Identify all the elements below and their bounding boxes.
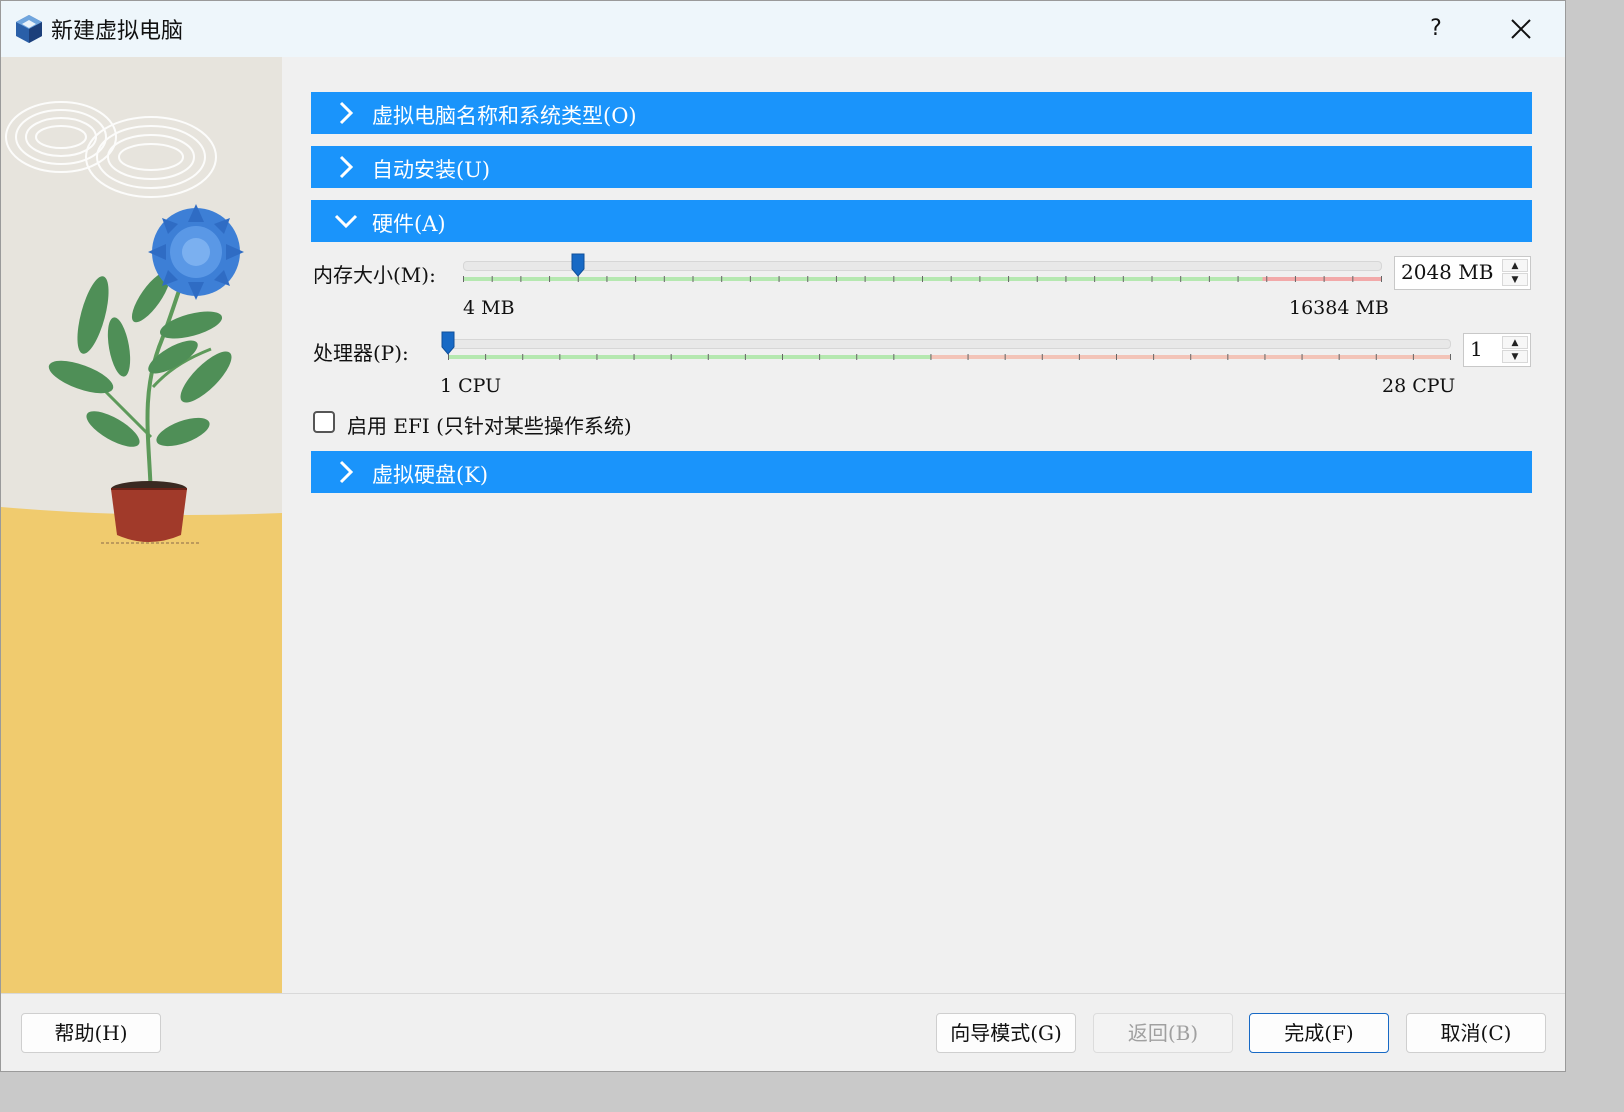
efi-checkbox[interactable] [313, 411, 335, 433]
chevron-right-icon [339, 101, 354, 125]
section-unattended-install[interactable]: 自动安装(U) [311, 146, 1532, 188]
slider-zone [463, 277, 1338, 281]
processor-slider-track [448, 339, 1451, 349]
wizard-illustration [1, 57, 282, 993]
cancel-button[interactable]: 取消(C) [1406, 1013, 1546, 1053]
processor-min-label: 1 CPU [440, 375, 502, 397]
back-button[interactable]: 返回(B) [1093, 1013, 1233, 1053]
help-question-button[interactable]: ? [1421, 11, 1451, 47]
chevron-down-icon [334, 214, 358, 229]
memory-slider-handle[interactable] [571, 253, 585, 277]
memory-slider[interactable] [463, 253, 1382, 285]
processor-spin-arrows: ▲ ▼ [1502, 336, 1528, 364]
finish-button[interactable]: 完成(F) [1249, 1013, 1389, 1053]
help-button[interactable]: 帮助(H) [21, 1013, 161, 1053]
section-name-and-os[interactable]: 虚拟电脑名称和系统类型(O) [311, 92, 1532, 134]
section-hardware[interactable]: 硬件(A) [311, 200, 1532, 242]
processor-label: 处理器(P): [313, 341, 409, 365]
section-label: 虚拟硬盘(K) [372, 463, 489, 487]
window-title: 新建虚拟电脑 [51, 19, 184, 44]
efi-label[interactable]: 启用 EFI (只针对某些操作系统) [347, 410, 632, 439]
flower-pot-illustration [1, 57, 282, 993]
memory-max-label: 16384 MB [1289, 297, 1389, 319]
spin-up-icon[interactable]: ▲ [1502, 336, 1528, 349]
memory-spinbox-value[interactable]: 2048 MB [1401, 260, 1493, 284]
processor-slider[interactable] [441, 331, 1451, 363]
spin-down-icon[interactable]: ▼ [1502, 273, 1528, 286]
processor-slider-handle[interactable] [441, 331, 455, 355]
slider-zone [1262, 277, 1382, 281]
memory-min-label: 4 MB [463, 297, 515, 319]
button-bar: 帮助(H) 向导模式(G) 返回(B) 完成(F) 取消(C) [1, 993, 1565, 1071]
section-label: 自动安装(U) [372, 158, 491, 182]
memory-spinbox[interactable]: 2048 MB ▲ ▼ [1394, 256, 1531, 290]
slider-zone [448, 355, 931, 359]
chevron-right-icon [339, 155, 354, 179]
processor-max-label: 28 CPU [1382, 375, 1456, 397]
memory-slider-scale [463, 276, 1382, 282]
section-label: 虚拟电脑名称和系统类型(O) [372, 104, 637, 128]
title-bar: 新建虚拟电脑 ? [1, 1, 1565, 57]
spin-up-icon[interactable]: ▲ [1502, 259, 1528, 272]
chevron-right-icon [339, 460, 354, 484]
memory-size-label: 内存大小(M): [313, 263, 436, 287]
memory-spin-arrows: ▲ ▼ [1502, 259, 1528, 287]
processor-slider-scale [448, 354, 1451, 360]
close-icon[interactable] [1501, 11, 1541, 47]
spin-down-icon[interactable]: ▼ [1502, 350, 1528, 363]
memory-slider-track [463, 261, 1382, 271]
virtualbox-app-icon [16, 15, 42, 43]
guided-mode-button[interactable]: 向导模式(G) [936, 1013, 1076, 1053]
wizard-content: 虚拟电脑名称和系统类型(O) 自动安装(U) 硬件(A) 内存大小(M): 4 … [282, 57, 1565, 993]
processor-spinbox[interactable]: 1 ▲ ▼ [1463, 333, 1531, 367]
section-virtual-disk[interactable]: 虚拟硬盘(K) [311, 451, 1532, 493]
processor-spinbox-value[interactable]: 1 [1470, 337, 1483, 361]
new-vm-dialog: 新建虚拟电脑 ? 虚拟电脑名称和系统类型(O) 自动安装(U) 硬件(A) 内存… [0, 0, 1566, 1072]
section-label: 硬件(A) [372, 212, 446, 236]
